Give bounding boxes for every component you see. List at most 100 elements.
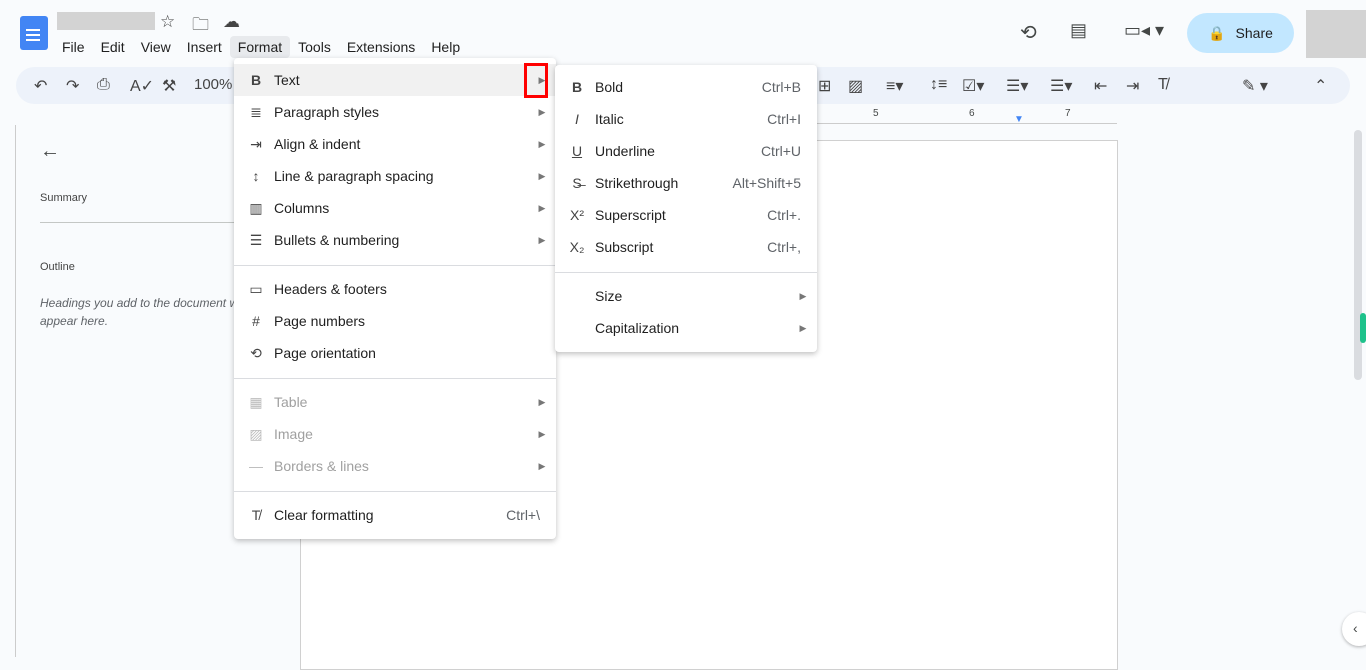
submenu-arrow-icon: ▶ bbox=[538, 106, 546, 117]
docs-logo[interactable] bbox=[20, 16, 48, 50]
meet-icon[interactable]: ▭◂ ▾ bbox=[1124, 20, 1164, 41]
align-icon[interactable]: ≡▾ bbox=[886, 76, 903, 96]
insert-comment-icon[interactable]: ⊞ bbox=[818, 76, 831, 96]
share-button[interactable]: 🔒 Share bbox=[1187, 13, 1294, 53]
bold-icon: B bbox=[250, 72, 262, 88]
spellcheck-icon[interactable]: A✓ bbox=[130, 76, 154, 96]
side-panel-indicator[interactable] bbox=[1360, 313, 1366, 343]
share-label: Share bbox=[1235, 25, 1273, 41]
menu-item-subscript[interactable]: X₂ Subscript Ctrl+, bbox=[555, 231, 817, 263]
menu-separator bbox=[234, 378, 556, 379]
menu-item-headers-footers[interactable]: ▭ Headers & footers bbox=[234, 273, 556, 305]
star-icon[interactable]: ☆ bbox=[160, 12, 175, 32]
shortcut-label: Ctrl+B bbox=[761, 79, 801, 95]
line-spacing-icon[interactable]: ↕≡ bbox=[930, 76, 947, 94]
increase-indent-icon[interactable]: ⇥ bbox=[1126, 76, 1139, 96]
menu-view[interactable]: View bbox=[133, 36, 179, 58]
menu-item-superscript[interactable]: X² Superscript Ctrl+. bbox=[555, 199, 817, 231]
document-title[interactable] bbox=[57, 12, 155, 30]
menu-item-bullets-numbering[interactable]: ☰ Bullets & numbering ▶ bbox=[234, 224, 556, 256]
redo-icon[interactable]: ↷ bbox=[66, 76, 79, 96]
menu-file[interactable]: File bbox=[54, 36, 93, 58]
menu-item-label: Page orientation bbox=[274, 345, 376, 361]
highlight-box bbox=[524, 63, 548, 98]
menu-item-label: Paragraph styles bbox=[274, 104, 380, 120]
menu-item-borders-lines: — Borders & lines ▶ bbox=[234, 450, 556, 482]
image-icon: ▨ bbox=[249, 425, 263, 442]
expand-side-panel-button[interactable]: ‹ bbox=[1342, 612, 1366, 646]
menu-item-capitalization[interactable]: Capitalization ▶ bbox=[555, 312, 817, 344]
menu-item-label: Text bbox=[274, 72, 300, 88]
insert-image-icon[interactable]: ▨ bbox=[848, 76, 863, 96]
ruler-label: 5 bbox=[873, 108, 879, 119]
menu-edit[interactable]: Edit bbox=[93, 36, 133, 58]
shortcut-label: Ctrl+, bbox=[767, 239, 801, 255]
submenu-arrow-icon: ▶ bbox=[538, 396, 546, 407]
menu-item-strikethrough[interactable]: S̶ Strikethrough Alt+Shift+5 bbox=[555, 167, 817, 199]
menu-extensions[interactable]: Extensions bbox=[339, 36, 423, 58]
menu-separator bbox=[234, 491, 556, 492]
print-icon[interactable]: ⎙ bbox=[97, 76, 110, 94]
menu-help[interactable]: Help bbox=[423, 36, 468, 58]
menu-item-columns[interactable]: ▥ Columns ▶ bbox=[234, 192, 556, 224]
undo-icon[interactable]: ↶ bbox=[34, 76, 47, 96]
zoom-select[interactable]: 100% bbox=[194, 76, 232, 93]
menu-item-clear-formatting[interactable]: T̸ Clear formatting Ctrl+\ bbox=[234, 499, 556, 531]
borders-lines-icon: — bbox=[249, 458, 263, 474]
menu-bar: File Edit View Insert Format Tools Exten… bbox=[54, 36, 468, 58]
menu-item-text[interactable]: B Text ▶ bbox=[234, 64, 556, 96]
numbered-list-icon[interactable]: ☰▾ bbox=[1050, 76, 1072, 96]
shortcut-label: Alt+Shift+5 bbox=[732, 175, 802, 191]
italic-icon: I bbox=[575, 111, 579, 127]
bold-icon: B bbox=[571, 79, 583, 95]
back-arrow-icon[interactable]: ← bbox=[40, 140, 60, 163]
paint-format-icon[interactable]: ⚒ bbox=[162, 76, 176, 96]
editing-mode-icon[interactable]: ✎ ▾ bbox=[1242, 76, 1268, 96]
right-indent-marker[interactable]: ▼ bbox=[1014, 114, 1024, 125]
menu-item-line-paragraph-spacing[interactable]: ↕ Line & paragraph spacing ▶ bbox=[234, 160, 556, 192]
comments-icon[interactable]: ▤ bbox=[1070, 20, 1087, 41]
submenu-arrow-icon: ▶ bbox=[538, 202, 546, 213]
decrease-indent-icon[interactable]: ⇤ bbox=[1094, 76, 1107, 96]
vertical-ruler[interactable] bbox=[0, 125, 16, 657]
menu-item-italic[interactable]: I Italic Ctrl+I bbox=[555, 103, 817, 135]
checklist-icon[interactable]: ☑▾ bbox=[962, 76, 984, 96]
superscript-icon: X² bbox=[570, 207, 584, 223]
menu-item-page-numbers[interactable]: # Page numbers bbox=[234, 305, 556, 337]
version-history-icon[interactable]: ⟲ bbox=[1020, 20, 1037, 45]
menu-item-label: Size bbox=[595, 288, 623, 304]
line-spacing-icon: ↕ bbox=[252, 168, 260, 184]
menu-item-paragraph-styles[interactable]: ≣ Paragraph styles ▶ bbox=[234, 96, 556, 128]
menu-item-label: Subscript bbox=[595, 239, 654, 255]
strikethrough-icon: S̶ bbox=[572, 175, 582, 191]
menu-item-page-orientation[interactable]: ⟲ Page orientation bbox=[234, 337, 556, 369]
cloud-saved-icon[interactable]: ☁ bbox=[223, 12, 240, 32]
submenu-arrow-icon: ▶ bbox=[538, 170, 546, 181]
hide-menus-icon[interactable]: ⌃ bbox=[1314, 76, 1327, 96]
avatar[interactable] bbox=[1306, 10, 1366, 58]
page-orientation-icon: ⟲ bbox=[250, 344, 262, 361]
menu-item-align-indent[interactable]: ⇥ Align & indent ▶ bbox=[234, 128, 556, 160]
menu-item-label: Line & paragraph spacing bbox=[274, 168, 434, 184]
divider bbox=[40, 222, 240, 223]
menu-separator bbox=[234, 265, 556, 266]
menu-item-underline[interactable]: U Underline Ctrl+U bbox=[555, 135, 817, 167]
ruler-label: 7 bbox=[1065, 108, 1071, 119]
menu-item-size[interactable]: Size ▶ bbox=[555, 280, 817, 312]
headers-footers-icon: ▭ bbox=[249, 280, 263, 297]
menu-item-label: Capitalization bbox=[595, 320, 680, 336]
submenu-arrow-icon: ▶ bbox=[538, 428, 546, 439]
bullets-icon: ☰ bbox=[249, 231, 263, 248]
menu-separator bbox=[555, 272, 817, 273]
submenu-arrow-icon: ▶ bbox=[799, 322, 807, 333]
bulleted-list-icon[interactable]: ☰▾ bbox=[1006, 76, 1028, 96]
menu-insert[interactable]: Insert bbox=[179, 36, 230, 58]
menu-format[interactable]: Format bbox=[229, 36, 291, 58]
menu-item-label: Superscript bbox=[595, 207, 666, 223]
clear-formatting-icon[interactable]: T̸ bbox=[1158, 76, 1168, 94]
menu-tools[interactable]: Tools bbox=[290, 36, 339, 58]
subscript-icon: X₂ bbox=[569, 239, 585, 255]
menu-item-table: ▦ Table ▶ bbox=[234, 386, 556, 418]
outline-hint: Headings you add to the document will bbox=[40, 296, 247, 310]
menu-item-bold[interactable]: B Bold Ctrl+B bbox=[555, 71, 817, 103]
